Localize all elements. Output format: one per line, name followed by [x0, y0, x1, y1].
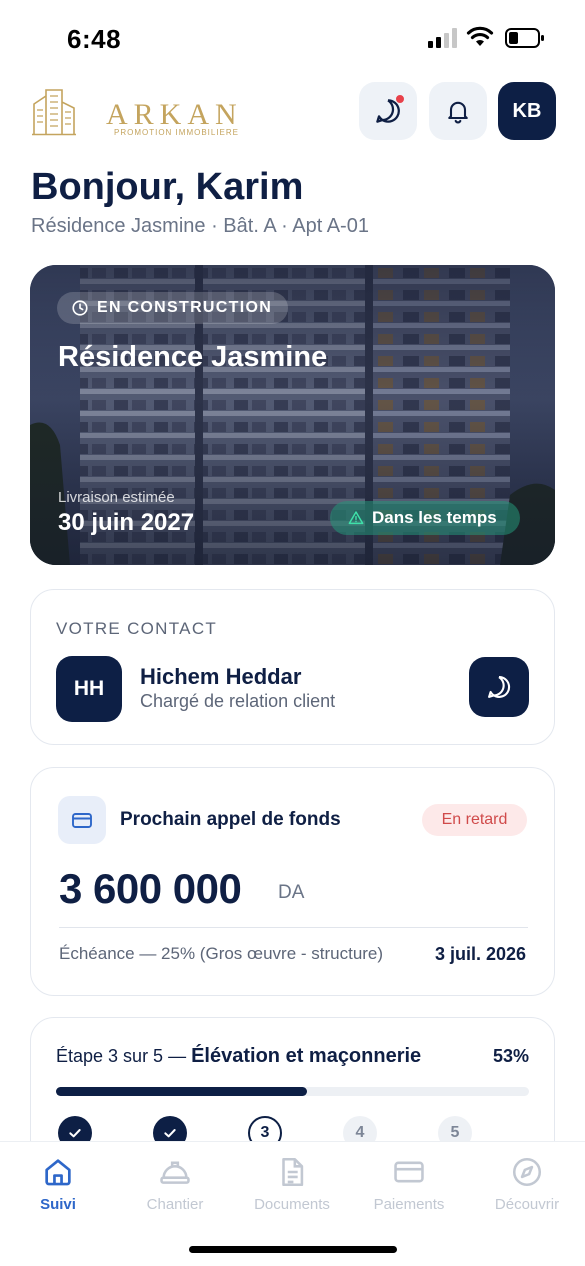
notifications-button[interactable]: [429, 82, 487, 140]
bell-icon: [448, 101, 468, 124]
messages-button[interactable]: [359, 82, 417, 140]
credit-card-icon: [72, 813, 92, 828]
tab-documents[interactable]: Documents: [237, 1154, 347, 1213]
schedule-status-text: Dans les temps: [372, 508, 497, 527]
due-date: 3 juil. 2026: [434, 944, 526, 964]
payment-title: Prochain appel de fonds: [120, 809, 341, 830]
chat-bubble-icon: [488, 676, 511, 698]
tab-label: Paiements: [373, 1196, 445, 1213]
tab-label: Chantier: [146, 1196, 204, 1213]
battery-icon: [505, 28, 544, 48]
payment-currency: DA: [278, 882, 305, 903]
contact-card: VOTRE CONTACT HH Hichem Heddar Chargé de…: [30, 589, 555, 745]
check-icon: [164, 1129, 176, 1138]
stage-title: Étape 3 sur 5 — Élévation et maçonnerie: [56, 1045, 421, 1068]
notification-dot: [395, 94, 405, 104]
delivery-label: Livraison estimée: [58, 489, 175, 506]
project-name: Résidence Jasmine: [58, 341, 328, 373]
brand-tagline: PROMOTION IMMOBILIERE: [114, 128, 240, 137]
building-logo-icon: [32, 89, 76, 136]
late-badge: En retard: [422, 804, 527, 836]
tab-decouvrir[interactable]: Découvrir: [472, 1154, 582, 1213]
construction-status-badge: EN CONSTRUCTION: [57, 292, 289, 324]
stage-progress-bar: [56, 1087, 529, 1096]
due-description: Échéance — 25% (Gros œuvre - structure): [59, 944, 384, 963]
stage-label: Étape 3 sur 5 —: [56, 1046, 187, 1066]
compass-icon: [512, 1157, 542, 1187]
divider: [59, 927, 528, 928]
payment-icon-box: [58, 796, 106, 844]
payment-amount: 3 600 000: [59, 865, 242, 912]
hard-hat-icon: [160, 1161, 190, 1184]
credit-card-icon: [394, 1161, 424, 1183]
brand-logo: ARKAN PROMOTION IMMOBILIERE: [32, 86, 238, 137]
contact-name: Hichem Heddar: [140, 664, 302, 689]
stage-step-number: 5: [450, 1124, 460, 1141]
tab-label: Découvrir: [494, 1196, 560, 1213]
delivery-date: 30 juin 2027: [58, 509, 195, 536]
tab-paiements[interactable]: Paiements: [354, 1154, 464, 1213]
clock-icon: [72, 300, 88, 316]
schedule-status-badge: Dans les temps: [330, 501, 520, 535]
tab-chantier[interactable]: Chantier: [120, 1154, 230, 1213]
contact-avatar: HH: [56, 656, 122, 722]
stage-step-number: 4: [355, 1124, 365, 1141]
warning-triangle-icon: [348, 511, 364, 525]
cellular-signal-icon: [428, 28, 457, 48]
payment-call-card[interactable]: Prochain appel de fonds En retard 3 600 …: [30, 767, 555, 996]
home-icon: [45, 1159, 71, 1186]
stage-percent: 53%: [492, 1046, 529, 1066]
construction-status-text: EN CONSTRUCTION: [97, 299, 273, 316]
app-header: ARKAN PROMOTION IMMOBILIERE KB: [0, 80, 585, 144]
document-icon: [282, 1157, 304, 1187]
tab-suivi[interactable]: Suivi: [3, 1154, 113, 1213]
stage-progress-fill: [56, 1087, 307, 1096]
contact-role: Chargé de relation client: [140, 691, 336, 711]
contact-section-label: VOTRE CONTACT: [56, 619, 218, 638]
apartment-subtitle: Résidence Jasmine · Bât. A · Apt A-01: [31, 215, 369, 237]
contact-chat-button[interactable]: [469, 657, 529, 717]
wifi-icon: [466, 26, 494, 46]
tab-label: Suivi: [40, 1196, 76, 1213]
status-bar: 6:48: [0, 0, 585, 70]
user-avatar-button[interactable]: KB: [498, 82, 556, 140]
status-time: 6:48: [67, 24, 122, 54]
greeting-title: Bonjour, Karim: [31, 166, 304, 208]
stage-step-number: 3: [260, 1124, 270, 1141]
home-indicator[interactable]: [189, 1246, 397, 1253]
tab-label: Documents: [254, 1196, 330, 1213]
brand-name: ARKAN: [106, 98, 243, 131]
stage-name: Élévation et maçonnerie: [191, 1045, 422, 1067]
project-hero-card[interactable]: EN CONSTRUCTION Résidence Jasmine Livrai…: [30, 265, 555, 565]
check-icon: [69, 1129, 81, 1138]
